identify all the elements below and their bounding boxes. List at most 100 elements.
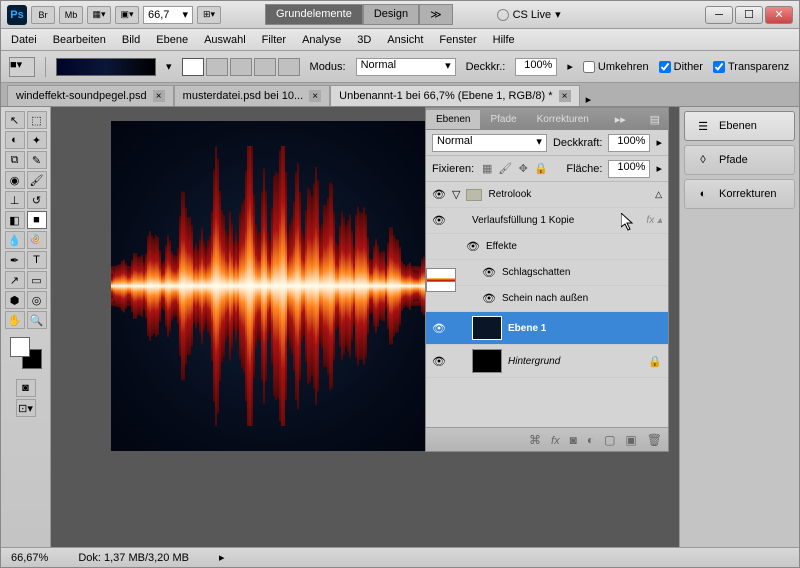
opacity-input[interactable]: 100% bbox=[515, 58, 557, 76]
crop-tool[interactable]: ⧉ bbox=[5, 151, 25, 169]
menu-auswahl[interactable]: Auswahl bbox=[204, 34, 246, 46]
lock-transparency-icon[interactable]: ▦ bbox=[480, 162, 494, 176]
color-picker[interactable] bbox=[10, 337, 42, 369]
new-group-icon[interactable]: ▢ bbox=[604, 433, 615, 447]
menu-bild[interactable]: Bild bbox=[122, 34, 140, 46]
panel-menu-icon[interactable]: ▤ bbox=[642, 113, 668, 126]
maximize-button[interactable]: ☐ bbox=[735, 6, 763, 24]
path-select-tool[interactable]: ↗ bbox=[5, 271, 25, 289]
blend-mode-select[interactable]: Normal▾ bbox=[356, 58, 456, 76]
layer-row-ebene1[interactable]: 👁 Ebene 1 bbox=[426, 312, 668, 345]
effect-dropshadow[interactable]: 👁 Schlagschatten bbox=[426, 260, 668, 286]
layer-opacity-input[interactable]: 100% bbox=[608, 134, 650, 152]
menu-filter[interactable]: Filter bbox=[262, 34, 286, 46]
close-button[interactable]: ✕ bbox=[765, 6, 793, 24]
eraser-tool[interactable]: ◧ bbox=[5, 211, 25, 229]
tab-overflow[interactable]: ▸ bbox=[586, 93, 592, 106]
expand-icon[interactable]: ▽ bbox=[452, 188, 460, 201]
screenmode-toggle[interactable]: ⊡▾ bbox=[16, 399, 36, 417]
close-tab-icon[interactable]: × bbox=[559, 90, 571, 102]
diamond-gradient-button[interactable] bbox=[278, 58, 300, 76]
effect-outerglow[interactable]: 👁 Schein nach außen bbox=[426, 286, 668, 312]
cslive-button[interactable]: CS Live▾ bbox=[497, 8, 561, 21]
effects-row[interactable]: 👁 Effekte bbox=[426, 234, 668, 260]
history-brush-tool[interactable]: ↺ bbox=[27, 191, 47, 209]
status-doc-size[interactable]: Dok: 1,37 MB/3,20 MB bbox=[78, 552, 189, 564]
visibility-icon[interactable]: 👁 bbox=[482, 292, 496, 305]
visibility-icon[interactable]: 👁 bbox=[432, 355, 446, 368]
linear-gradient-button[interactable] bbox=[182, 58, 204, 76]
healing-tool[interactable]: ◉ bbox=[5, 171, 25, 189]
lock-all-icon[interactable]: 🔒 bbox=[534, 162, 548, 176]
fx-icon[interactable]: fx ▴ bbox=[646, 215, 662, 226]
gradient-tool[interactable]: ■ bbox=[27, 211, 47, 229]
hand-tool[interactable]: ✋ bbox=[5, 311, 25, 329]
gradient-picker[interactable] bbox=[56, 58, 156, 76]
visibility-icon[interactable]: 👁 bbox=[432, 322, 446, 335]
menu-analyse[interactable]: Analyse bbox=[302, 34, 341, 46]
3d-camera-tool[interactable]: ◎ bbox=[27, 291, 47, 309]
layer-group-row[interactable]: 👁 ▽ Retrolook △ bbox=[426, 182, 668, 208]
menu-fenster[interactable]: Fenster bbox=[439, 34, 476, 46]
status-zoom[interactable]: 66,67% bbox=[11, 552, 48, 564]
visibility-icon[interactable]: 👁 bbox=[482, 266, 496, 279]
angle-gradient-button[interactable] bbox=[230, 58, 252, 76]
fill-input[interactable]: 100% bbox=[608, 160, 650, 178]
zoom-field[interactable]: 66,7▾ bbox=[143, 6, 193, 24]
menu-datei[interactable]: Datei bbox=[11, 34, 37, 46]
quickmask-button[interactable]: ◙ bbox=[16, 379, 36, 397]
menu-ebene[interactable]: Ebene bbox=[156, 34, 188, 46]
visibility-icon[interactable]: 👁 bbox=[432, 188, 446, 201]
menu-bearbeiten[interactable]: Bearbeiten bbox=[53, 34, 106, 46]
panel-collapse-icon[interactable]: ▸▸ bbox=[607, 113, 634, 126]
minibridge-button[interactable]: Mb bbox=[59, 6, 83, 24]
tool-preset-picker[interactable]: ■▾ bbox=[9, 57, 35, 77]
close-tab-icon[interactable]: × bbox=[309, 90, 321, 102]
menu-hilfe[interactable]: Hilfe bbox=[493, 34, 515, 46]
menu-ansicht[interactable]: Ansicht bbox=[387, 34, 423, 46]
link-layers-icon[interactable]: ⌘ bbox=[529, 433, 541, 447]
reverse-checkbox[interactable]: Umkehren bbox=[583, 61, 649, 73]
menu-3d[interactable]: 3D bbox=[357, 34, 371, 46]
screen-mode-button[interactable]: ▣▾ bbox=[115, 6, 139, 24]
transparency-checkbox[interactable]: Transparenz bbox=[713, 61, 789, 73]
dock-korrekturen[interactable]: ◐Korrekturen bbox=[684, 179, 795, 209]
lock-position-icon[interactable]: ✥ bbox=[516, 162, 530, 176]
pen-tool[interactable]: ✒ bbox=[5, 251, 25, 269]
panel-tab-ebenen[interactable]: Ebenen bbox=[426, 110, 480, 129]
delete-layer-icon[interactable]: 🗑 bbox=[647, 433, 662, 447]
doc-tab-1[interactable]: windeffekt-soundpegel.psd× bbox=[7, 85, 174, 106]
doc-tab-3[interactable]: Unbenannt-1 bei 66,7% (Ebene 1, RGB/8) *… bbox=[330, 85, 579, 106]
stamp-tool[interactable]: ⊥ bbox=[5, 191, 25, 209]
panel-tab-pfade[interactable]: Pfade bbox=[480, 110, 526, 129]
layer-row-background[interactable]: 👁 Hintergrund 🔒 bbox=[426, 345, 668, 378]
layer-blend-select[interactable]: Normal▾ bbox=[432, 134, 547, 152]
canvas-area[interactable]: ☰Ebenen ◊Pfade ◐Korrekturen Ebenen Pfade… bbox=[51, 107, 799, 547]
close-tab-icon[interactable]: × bbox=[153, 90, 165, 102]
workspace-grundelemente[interactable]: Grundelemente bbox=[265, 4, 363, 25]
reflected-gradient-button[interactable] bbox=[254, 58, 276, 76]
dock-pfade[interactable]: ◊Pfade bbox=[684, 145, 795, 175]
marquee-tool[interactable]: ⬚ bbox=[27, 111, 47, 129]
move-tool[interactable]: ↖ bbox=[5, 111, 25, 129]
layer-row-fill[interactable]: 👁 Verlaufsfüllung 1 Kopie fx ▴ bbox=[426, 208, 668, 234]
shape-tool[interactable]: ▭ bbox=[27, 271, 47, 289]
visibility-icon[interactable]: 👁 bbox=[432, 214, 446, 227]
visibility-icon[interactable]: 👁 bbox=[466, 240, 480, 253]
3d-tool[interactable]: ⬢ bbox=[5, 291, 25, 309]
doc-tab-2[interactable]: musterdatei.psd bei 10...× bbox=[174, 85, 330, 106]
blur-tool[interactable]: 💧 bbox=[5, 231, 25, 249]
extras-button[interactable]: ⊞▾ bbox=[197, 6, 221, 24]
minimize-button[interactable]: ─ bbox=[705, 6, 733, 24]
dock-ebenen[interactable]: ☰Ebenen bbox=[684, 111, 795, 141]
arrange-docs-button[interactable]: ▦▾ bbox=[87, 6, 111, 24]
zoom-tool[interactable]: 🔍 bbox=[27, 311, 47, 329]
dither-checkbox[interactable]: Dither bbox=[659, 61, 703, 73]
lock-pixels-icon[interactable]: 🖌 bbox=[498, 162, 512, 176]
workspace-more[interactable]: ≫ bbox=[419, 4, 453, 25]
eyedropper-tool[interactable]: ✎ bbox=[27, 151, 47, 169]
panel-tab-korrekturen[interactable]: Korrekturen bbox=[527, 110, 599, 129]
lasso-tool[interactable]: ◐ bbox=[5, 131, 25, 149]
type-tool[interactable]: T bbox=[27, 251, 47, 269]
dodge-tool[interactable]: 🍭 bbox=[27, 231, 47, 249]
